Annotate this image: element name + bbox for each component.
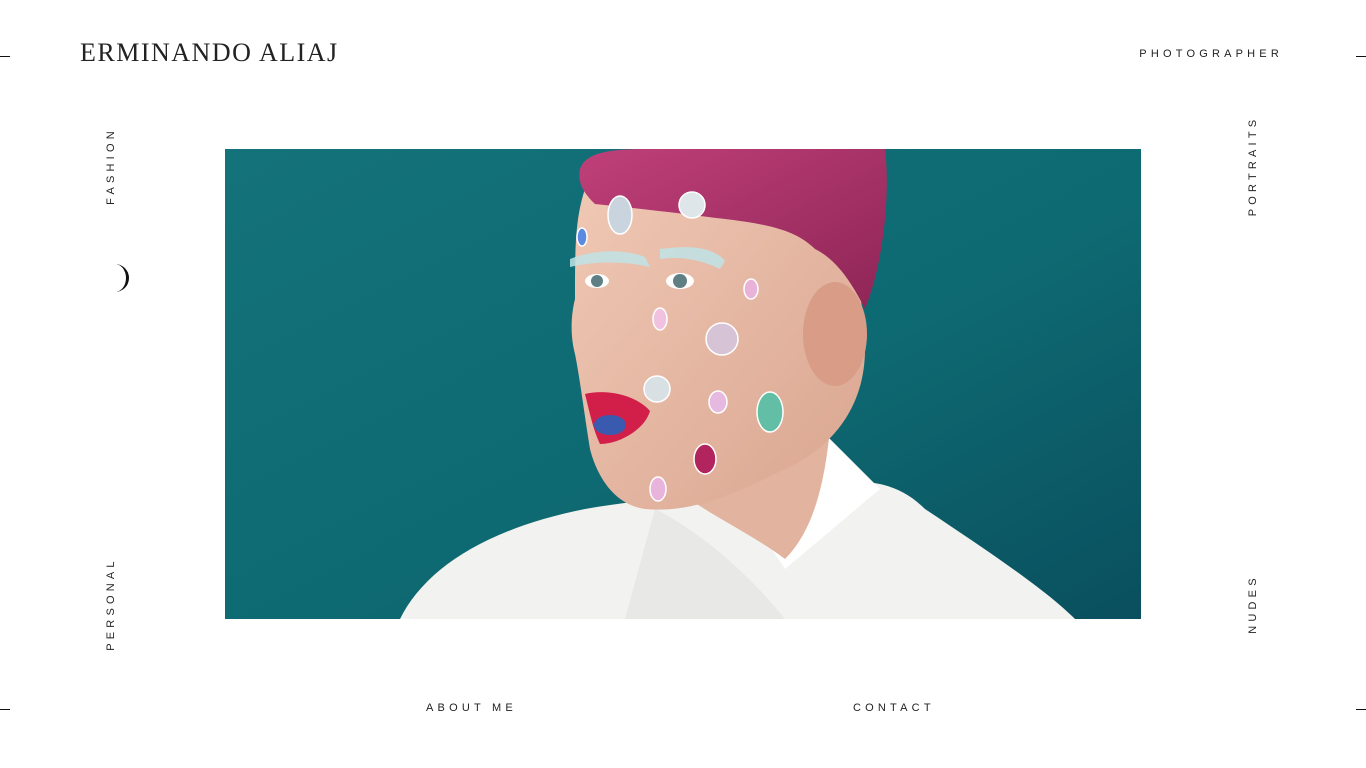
nav-portraits[interactable]: PORTRAITS xyxy=(1247,111,1259,221)
corner-mark-top-left xyxy=(0,56,10,57)
nav-contact[interactable]: CONTACT xyxy=(853,702,935,714)
corner-mark-top-right xyxy=(1356,56,1366,57)
site-tagline: PHOTOGRAPHER xyxy=(1139,48,1283,60)
hero-photo-graphic xyxy=(225,149,1141,619)
nav-about-me[interactable]: ABOUT ME xyxy=(426,702,517,714)
nav-fashion[interactable]: FASHION xyxy=(105,116,117,216)
loading-spinner-icon xyxy=(117,264,129,292)
site-logo[interactable]: ERMINANDO ALIAJ xyxy=(80,38,339,68)
nav-personal[interactable]: PERSONAL xyxy=(105,549,117,659)
corner-mark-bottom-right xyxy=(1356,709,1366,710)
hero-photo[interactable] xyxy=(225,149,1141,619)
corner-mark-bottom-left xyxy=(0,709,10,710)
nav-nudes[interactable]: NUDES xyxy=(1247,559,1259,649)
